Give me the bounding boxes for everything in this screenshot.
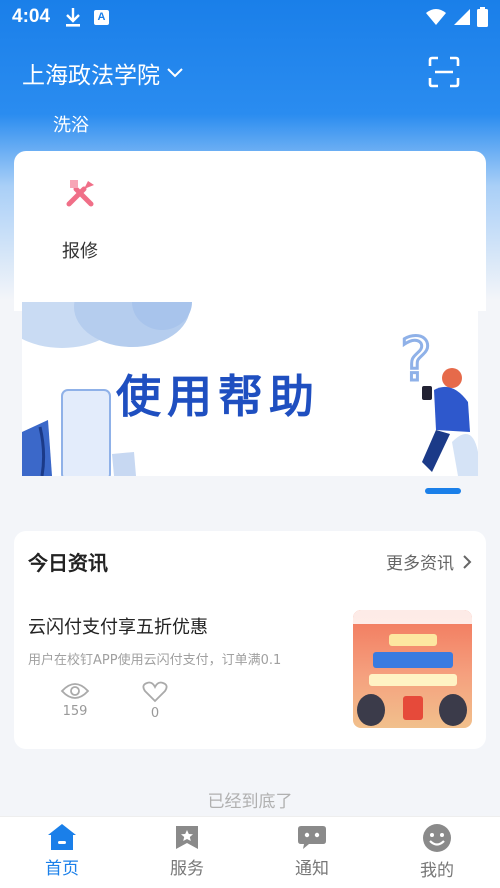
- bottom-tab-bar: 首页 服务 通知 我的: [0, 816, 500, 888]
- chat-icon: [298, 826, 326, 849]
- campus-name: 上海政法学院: [22, 63, 160, 89]
- banner-page-indicator: [425, 488, 461, 494]
- tab-notification[interactable]: 通知: [272, 823, 352, 879]
- download-icon: [66, 8, 80, 27]
- heart-icon: [142, 681, 168, 703]
- tab-service-label: 服务: [170, 859, 204, 879]
- news-item[interactable]: 云闪付支付享五折优惠 用户在校钉APP使用云闪付支付，订单满0.1 159 0: [14, 601, 486, 741]
- news-thumbnail-image: [353, 610, 472, 726]
- service-icon: [176, 826, 198, 849]
- smile-icon: [423, 824, 451, 852]
- tab-mine[interactable]: 我的: [397, 823, 477, 881]
- tab-service[interactable]: 服务: [147, 823, 227, 879]
- news-section-title: 今日资讯: [28, 551, 108, 575]
- status-indicators: [425, 7, 488, 27]
- news-thumbnail: [353, 610, 472, 728]
- news-views-count: 159: [62, 704, 88, 719]
- signal-icon: [454, 9, 470, 25]
- campus-selector[interactable]: 上海政法学院: [22, 56, 184, 90]
- news-likes[interactable]: 0: [135, 681, 175, 721]
- help-banner[interactable]: ? 使用帮助: [22, 302, 478, 476]
- wrench-hammer-icon: [66, 180, 94, 207]
- tab-notification-label: 通知: [295, 859, 329, 879]
- news-views: 159: [55, 681, 95, 719]
- news-item-summary: 用户在校钉APP使用云闪付支付，订单满0.1: [28, 653, 282, 668]
- service-label-repair: 报修: [62, 241, 98, 262]
- scan-icon[interactable]: [428, 56, 460, 88]
- service-card: 报修: [14, 151, 486, 311]
- header: 上海政法学院: [0, 52, 500, 96]
- chevron-right-icon: [463, 554, 472, 569]
- eye-icon: [60, 683, 90, 699]
- svg-text:?: ?: [400, 325, 432, 395]
- tab-home-label: 首页: [45, 859, 79, 879]
- service-item-repair[interactable]: 报修: [50, 177, 110, 263]
- status-time: 4:04: [12, 6, 51, 27]
- more-news-link[interactable]: 更多资讯: [386, 549, 472, 574]
- tab-mine-label: 我的: [420, 861, 454, 881]
- news-card: 今日资讯 更多资讯 云闪付支付享五折优惠 用户在校钉APP使用云闪付支付，订单满…: [14, 531, 486, 749]
- tab-home[interactable]: 首页: [22, 823, 102, 879]
- chevron-down-icon: [167, 68, 183, 78]
- notification-badge-icon: A: [94, 10, 109, 25]
- status-bar: 4:04 A: [0, 0, 500, 34]
- banner-title: 使用帮助: [116, 370, 321, 423]
- battery-icon: [477, 7, 488, 27]
- wifi-icon: [426, 9, 446, 25]
- end-of-list-text: 已经到底了: [207, 792, 293, 812]
- news-item-title: 云闪付支付享五折优惠: [28, 617, 208, 638]
- news-likes-count: 0: [150, 706, 160, 721]
- home-icon: [48, 824, 76, 850]
- more-news-label: 更多资讯: [386, 554, 454, 574]
- service-item-bath[interactable]: 洗浴: [53, 111, 89, 137]
